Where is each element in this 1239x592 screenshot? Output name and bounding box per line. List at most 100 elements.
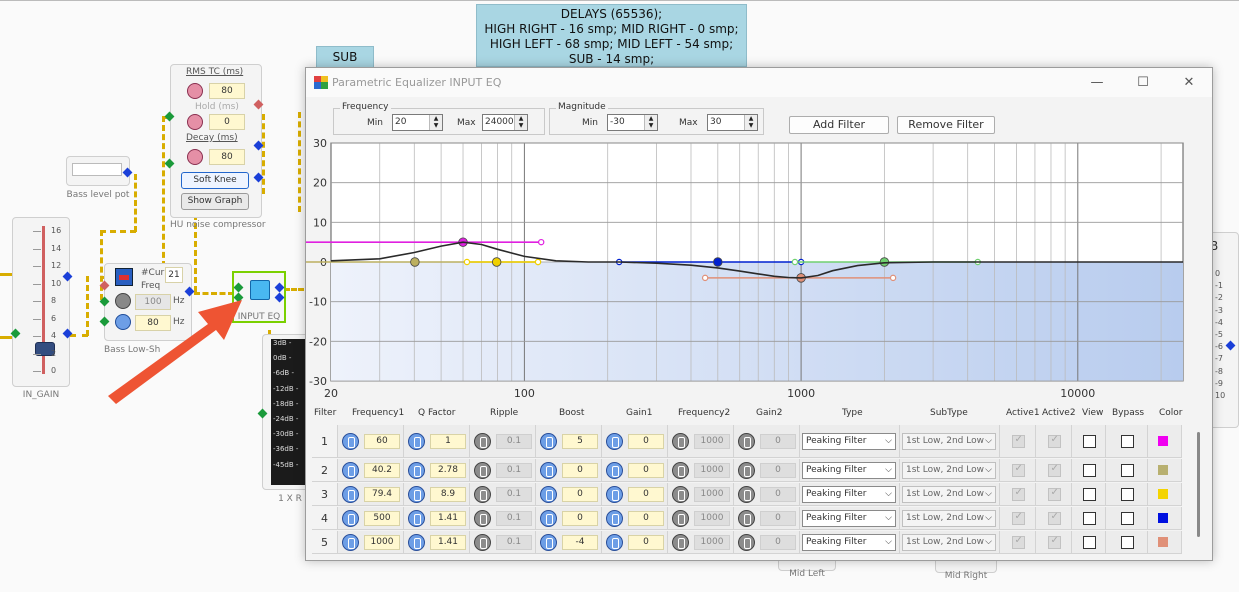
cell-active2[interactable]	[1036, 483, 1072, 506]
filter-edge-handle[interactable]	[889, 274, 897, 282]
schematic-canvas[interactable]: DELAYS (65536); HIGH RIGHT - 16 smp; MID…	[0, 0, 1239, 592]
cell-subtype[interactable]: 1st Low, 2nd Low ⌵	[900, 483, 1000, 506]
knob-icon[interactable]	[342, 486, 359, 503]
value-field[interactable]: 0	[562, 463, 598, 478]
filter-edge-handle[interactable]	[463, 258, 471, 266]
value-field[interactable]: 0	[760, 463, 796, 478]
value-field[interactable]: 5	[562, 434, 598, 449]
knob-icon[interactable]	[342, 433, 359, 450]
cell-ripple[interactable]: 0.1	[470, 531, 536, 554]
knob-icon[interactable]	[672, 462, 689, 479]
knob-icon[interactable]	[540, 486, 557, 503]
table-row[interactable]: 5 1000 1.41 0.1 -4 0 1000 0 Peaking Filter ⌵ 1st L…	[312, 531, 1192, 554]
cell-type[interactable]: Peaking Filter ⌵	[800, 507, 900, 530]
bypass-checkbox[interactable]	[1120, 488, 1134, 501]
value-field[interactable]: 8.9	[430, 487, 466, 502]
table-row[interactable]: 4 500 1.41 0.1 0 0 1000 0 Peaking Filter ⌵ 1st Low…	[312, 507, 1192, 530]
cell-active1[interactable]	[1000, 531, 1036, 554]
maximize-button[interactable]: ☐	[1120, 68, 1166, 97]
spinner-arrows-icon[interactable]: ▲ ▼	[514, 115, 527, 130]
hold-value[interactable]: 0	[209, 114, 245, 130]
value-field[interactable]: 0	[628, 535, 664, 550]
value-field[interactable]: 0	[562, 487, 598, 502]
cell-active2[interactable]	[1036, 507, 1072, 530]
bass-level-pot-block[interactable]	[66, 156, 130, 186]
cell-color[interactable]	[1148, 459, 1182, 482]
knob-icon[interactable]	[342, 462, 359, 479]
view-checkbox[interactable]	[1082, 435, 1096, 448]
title-bar[interactable]: Parametric Equalizer INPUT EQ — ☐ ✕	[306, 68, 1212, 97]
hu-noise-compressor-block[interactable]: RMS TC (ms) 80 Hold (ms) 0 Decay (ms) 80…	[170, 64, 262, 218]
knob-icon[interactable]	[606, 462, 623, 479]
cell-type[interactable]: Peaking Filter ⌵	[800, 531, 900, 554]
cell-gain2[interactable]: 0	[734, 459, 800, 482]
value-field[interactable]: 60	[364, 434, 400, 449]
filter-edge-handle[interactable]	[701, 274, 709, 282]
type-dropdown[interactable]: Peaking Filter ⌵	[802, 486, 896, 503]
sub-tag[interactable]: SUB	[316, 46, 374, 68]
value-field[interactable]: 0.1	[496, 487, 532, 502]
cell-type[interactable]: Peaking Filter ⌵	[800, 483, 900, 506]
cell-q[interactable]: 2.78	[404, 459, 470, 482]
cell-boost[interactable]: 0	[536, 459, 602, 482]
color-swatch[interactable]	[1158, 436, 1168, 446]
knob-icon[interactable]	[540, 433, 557, 450]
active2-checkbox[interactable]	[1047, 463, 1061, 477]
value-field[interactable]: 0	[628, 487, 664, 502]
value-field[interactable]: 1000	[694, 463, 730, 478]
cell-gain2[interactable]: 0	[734, 425, 800, 458]
filter-center-handle[interactable]	[713, 257, 723, 267]
decay-knob-icon[interactable]	[187, 149, 203, 165]
cell-ripple[interactable]: 0.1	[470, 425, 536, 458]
decay-value[interactable]: 80	[209, 149, 245, 165]
cell-freq2[interactable]: 1000	[668, 425, 734, 458]
cell-q[interactable]: 1	[404, 425, 470, 458]
cell-gain2[interactable]: 0	[734, 531, 800, 554]
color-swatch[interactable]	[1158, 513, 1168, 523]
cell-active2[interactable]	[1036, 531, 1072, 554]
value-field[interactable]: 0	[628, 434, 664, 449]
cell-color[interactable]	[1148, 483, 1182, 506]
cell-bypass[interactable]	[1106, 531, 1148, 554]
knob-icon[interactable]	[672, 486, 689, 503]
knob-icon[interactable]	[606, 510, 623, 527]
cell-active1[interactable]	[1000, 483, 1036, 506]
cell-gain1[interactable]: 0	[602, 483, 668, 506]
view-checkbox[interactable]	[1082, 464, 1096, 477]
view-checkbox[interactable]	[1082, 488, 1096, 501]
color-swatch[interactable]	[1158, 465, 1168, 475]
knob-icon[interactable]	[738, 462, 755, 479]
knob-icon[interactable]	[606, 433, 623, 450]
cell-gain2[interactable]: 0	[734, 507, 800, 530]
view-checkbox[interactable]	[1082, 536, 1096, 549]
cell-active2[interactable]	[1036, 459, 1072, 482]
filter-center-handle[interactable]	[491, 257, 502, 267]
cell-active1[interactable]	[1000, 507, 1036, 530]
cell-gain1[interactable]: 0	[602, 425, 668, 458]
freq-min-spinner[interactable]: 20 ▲ ▼	[392, 114, 443, 131]
minimize-button[interactable]: —	[1074, 68, 1120, 97]
cell-bypass[interactable]	[1106, 483, 1148, 506]
cell-subtype[interactable]: 1st Low, 2nd Low ⌵	[900, 459, 1000, 482]
scrollbar-thumb[interactable]	[1197, 432, 1200, 537]
add-filter-button[interactable]: Add Filter	[789, 116, 889, 134]
active1-checkbox[interactable]	[1011, 434, 1025, 448]
cell-bypass[interactable]	[1106, 507, 1148, 530]
knob-icon[interactable]	[738, 534, 755, 551]
value-field[interactable]: -4	[562, 535, 598, 550]
cell-freq2[interactable]: 1000	[668, 507, 734, 530]
subtype-dropdown[interactable]: 1st Low, 2nd Low ⌵	[902, 462, 996, 479]
cell-freq2[interactable]: 1000	[668, 531, 734, 554]
active1-checkbox[interactable]	[1011, 463, 1025, 477]
value-field[interactable]: 1	[430, 434, 466, 449]
cell-view[interactable]	[1072, 531, 1106, 554]
cell-freq1[interactable]: 79.4	[338, 483, 404, 506]
eq-response-chart[interactable]: 3020100-10-20-30 20100100010000	[306, 133, 1212, 401]
cell-subtype[interactable]: 1st Low, 2nd Low ⌵	[900, 425, 1000, 458]
spinner-arrows-icon[interactable]: ▲ ▼	[429, 115, 442, 130]
knob-icon[interactable]	[738, 486, 755, 503]
spinner-arrows-icon[interactable]: ▲ ▼	[744, 115, 757, 130]
knob-icon[interactable]	[408, 462, 425, 479]
cell-gain2[interactable]: 0	[734, 483, 800, 506]
knob-icon[interactable]	[408, 510, 425, 527]
